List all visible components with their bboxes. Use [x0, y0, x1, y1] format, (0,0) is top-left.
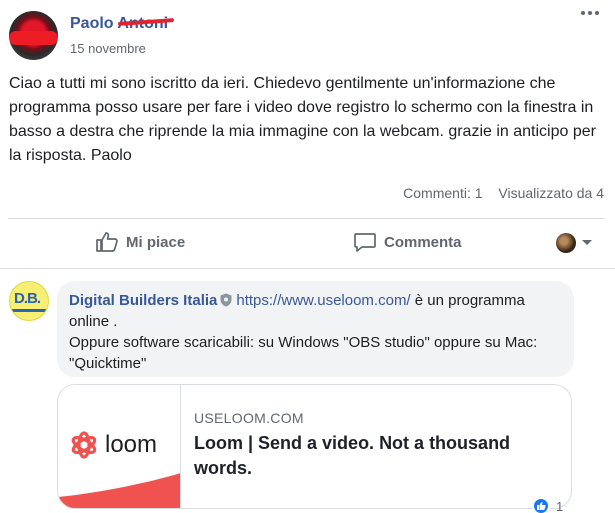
like-label: Mi piace [126, 233, 186, 251]
author-avatar[interactable] [9, 11, 58, 60]
divider [0, 268, 615, 269]
link-thumbnail: loom [58, 385, 181, 508]
avatar-initials: D.B. [14, 290, 41, 307]
commenter-avatar[interactable]: D.B. [9, 281, 49, 321]
decorative-wave [58, 473, 180, 508]
speech-bubble-icon [354, 233, 376, 252]
comment-author[interactable]: Digital Builders Italia [69, 292, 217, 309]
post-date[interactable]: 15 novembre [70, 41, 146, 56]
like-reaction-icon [532, 497, 550, 513]
post-text: Ciao a tutti mi sono iscritto da ieri. C… [9, 75, 596, 164]
comment-button[interactable]: Commenta [353, 231, 462, 253]
loom-logo-text: loom [105, 431, 158, 458]
verified-badge-icon [220, 293, 232, 307]
reaction-identity-selector[interactable] [556, 233, 594, 253]
comment-reactions[interactable]: 1 [532, 497, 563, 513]
comment-label: Commenta [384, 233, 462, 251]
more-options-button[interactable] [577, 5, 603, 21]
post-stats: Commenti: 1 Visualizzato da 4 [391, 185, 604, 201]
more-dots-icon [581, 11, 599, 15]
link-domain: USELOOM.COM [194, 410, 304, 426]
comment-bubble: Digital Builders Italia https://www.usel… [57, 281, 574, 377]
chevron-down-icon [582, 240, 592, 245]
link-preview-card[interactable]: loom USELOOM.COM Loom | Send a video. No… [57, 384, 572, 509]
views-count[interactable]: Visualizzato da 4 [498, 185, 604, 201]
user-avatar [556, 233, 576, 253]
loom-logo-icon [71, 431, 97, 459]
comment-link[interactable]: https://www.useloom.com/ [236, 292, 410, 309]
loom-logo: loom [69, 430, 157, 460]
reaction-count: 1 [556, 498, 564, 513]
link-title: Loom | Send a video. Not a thousand word… [194, 433, 511, 478]
avatar-stripe [12, 309, 47, 312]
comments-count[interactable]: Commenti: 1 [403, 185, 482, 201]
comment-text-line2: Oppure software scaricabili: su Windows … [69, 334, 538, 372]
thumbs-up-icon [96, 232, 118, 252]
action-bar: Mi piace Commenta [0, 219, 615, 268]
like-button[interactable]: Mi piace [95, 231, 185, 253]
post-header: Paolo Antoni 15 novembre [0, 0, 615, 68]
